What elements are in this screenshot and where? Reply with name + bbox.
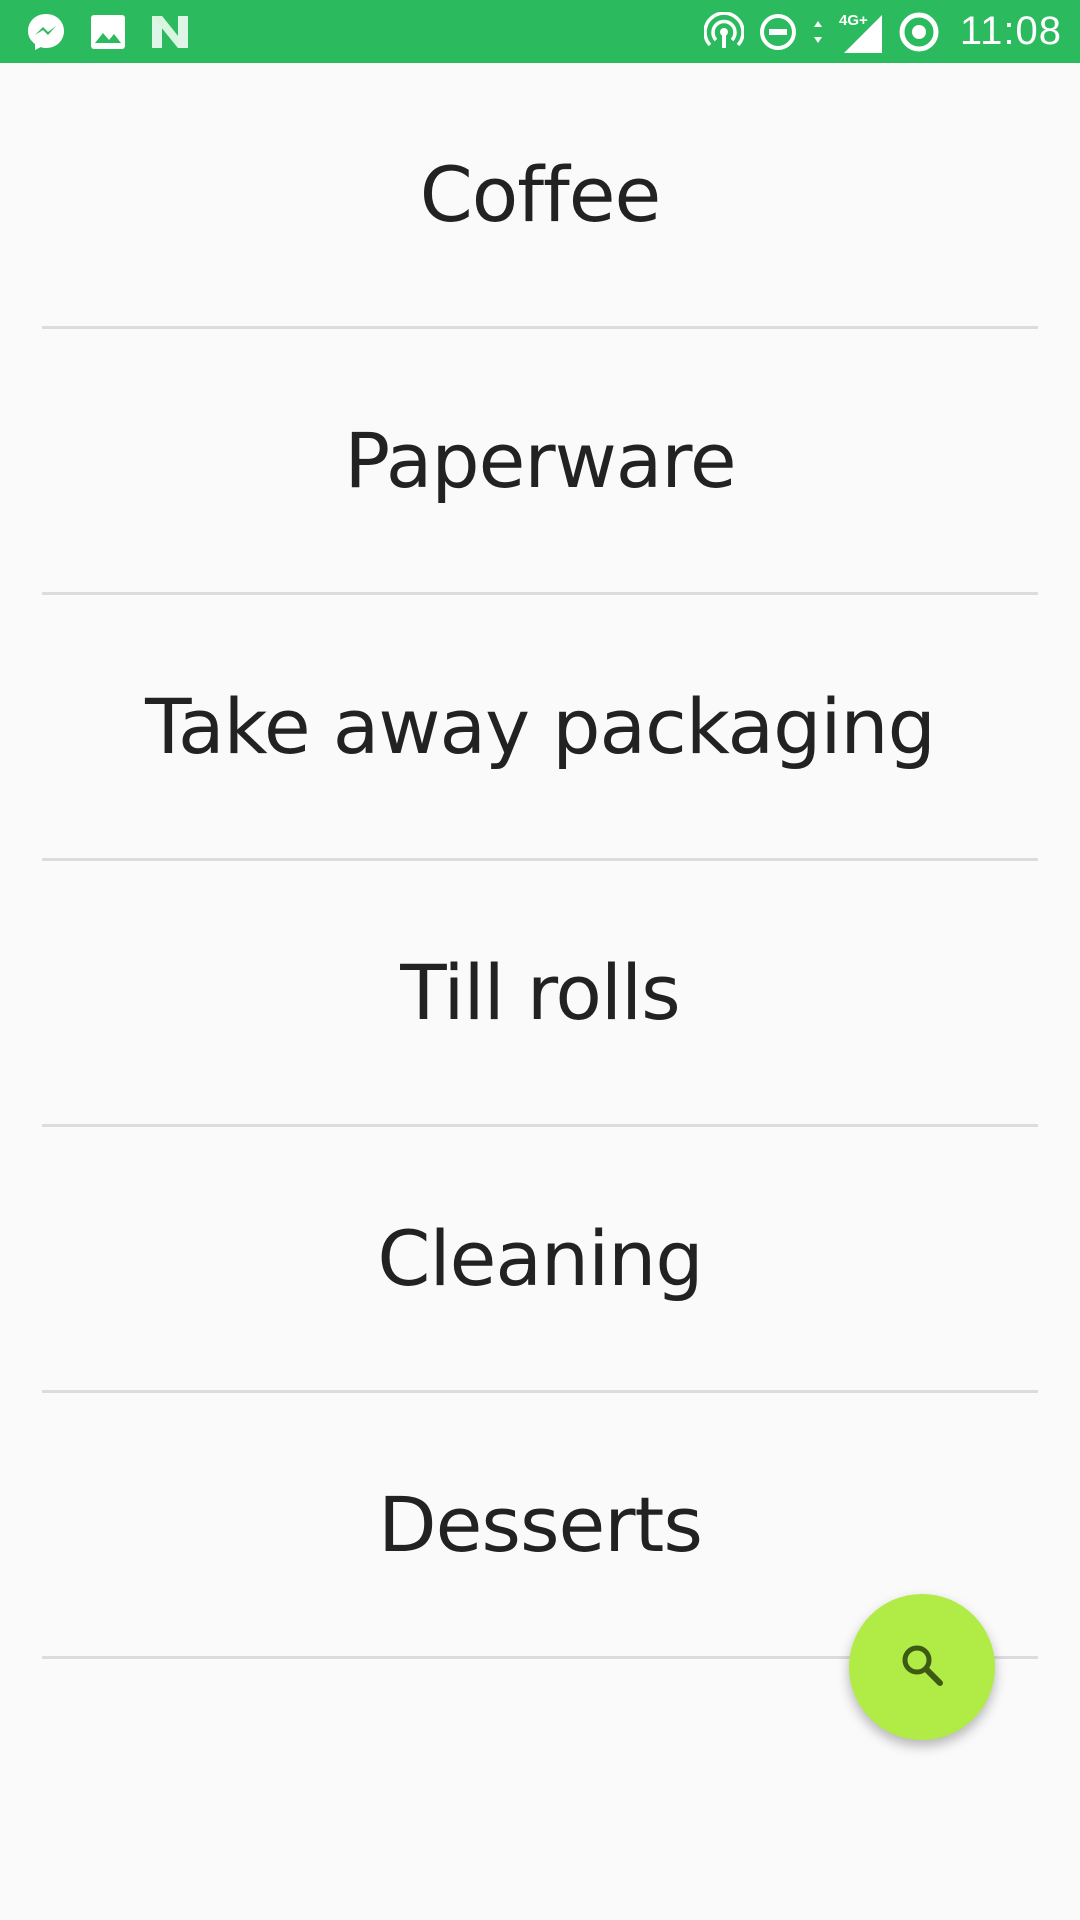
search-icon bbox=[896, 1639, 948, 1695]
category-label: Cleaning bbox=[377, 1214, 703, 1303]
search-fab-button[interactable] bbox=[849, 1594, 995, 1740]
category-item-cleaning[interactable]: Cleaning bbox=[42, 1127, 1038, 1393]
status-bar: 4G+ 11:08 bbox=[0, 0, 1080, 63]
network-type-label: 4G+ bbox=[839, 12, 868, 29]
ring-icon bbox=[898, 11, 940, 53]
status-bar-right: 4G+ 11:08 bbox=[703, 0, 1062, 63]
category-label: Desserts bbox=[378, 1480, 703, 1569]
gallery-icon bbox=[90, 14, 126, 50]
do-not-disturb-icon bbox=[758, 12, 798, 52]
signal-icon: 4G+ bbox=[838, 9, 884, 55]
category-item-till-rolls[interactable]: Till rolls bbox=[42, 861, 1038, 1127]
messenger-icon bbox=[26, 12, 66, 52]
category-list: Coffee Paperware Take away packaging Til… bbox=[0, 63, 1080, 1659]
n-app-icon bbox=[150, 14, 190, 50]
hotspot-icon bbox=[703, 11, 744, 52]
category-label: Take away packaging bbox=[145, 682, 936, 771]
category-item-paperware[interactable]: Paperware bbox=[42, 329, 1038, 595]
category-item-take-away-packaging[interactable]: Take away packaging bbox=[42, 595, 1038, 861]
category-label: Paperware bbox=[344, 416, 736, 505]
status-bar-time: 11:08 bbox=[959, 9, 1062, 53]
category-label: Till rolls bbox=[400, 948, 680, 1037]
status-bar-left bbox=[26, 12, 190, 52]
category-label: Coffee bbox=[419, 150, 662, 239]
data-arrows-icon bbox=[812, 17, 824, 47]
category-item-coffee[interactable]: Coffee bbox=[42, 63, 1038, 329]
